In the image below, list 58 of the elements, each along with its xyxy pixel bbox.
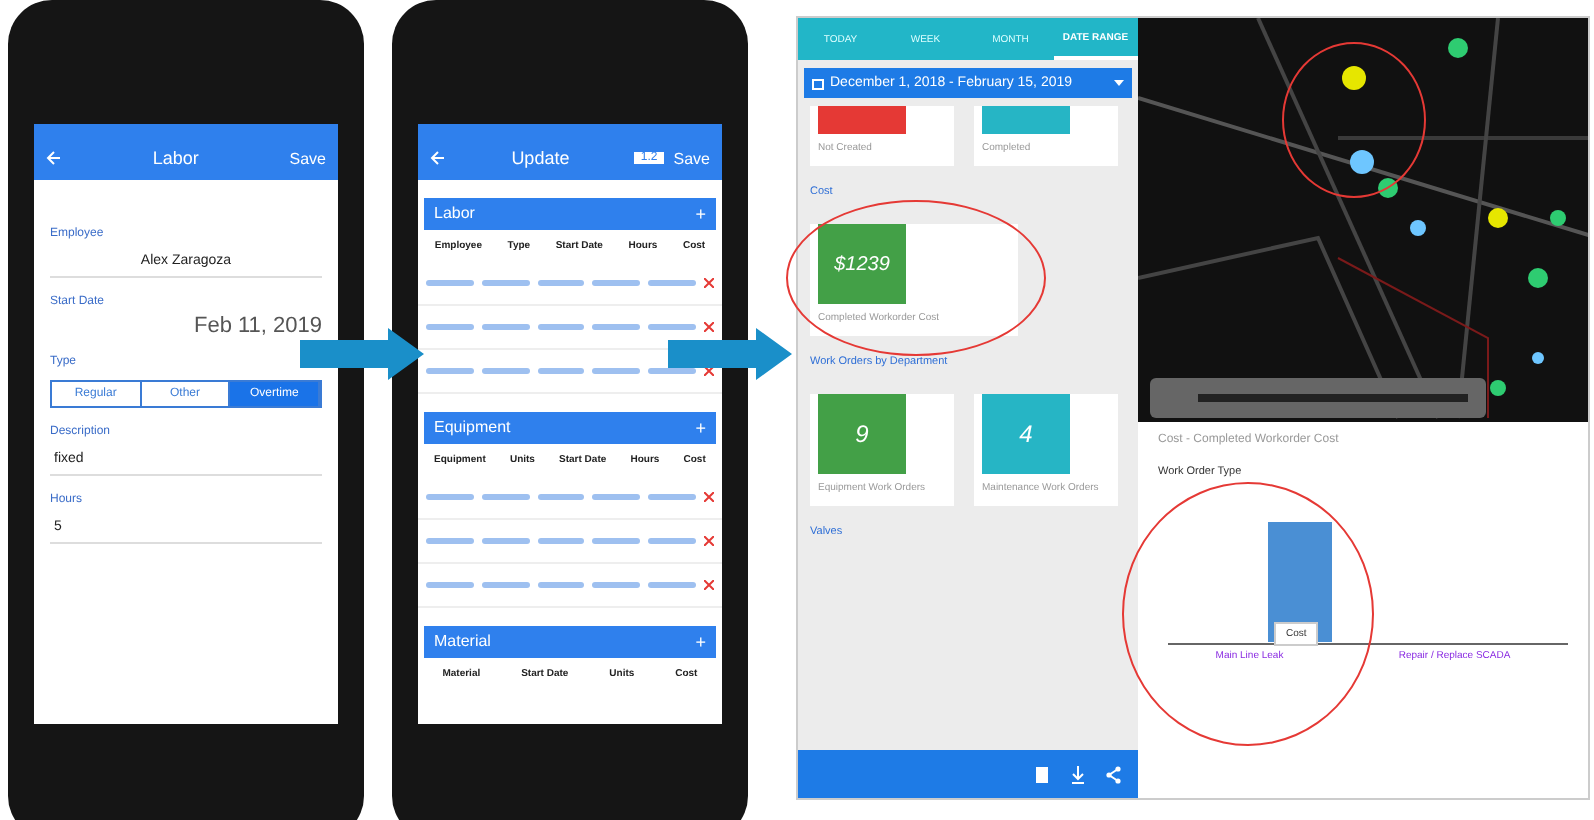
delete-icon[interactable] [703,322,714,332]
section-title: Equipment [434,418,511,438]
document-icon[interactable] [1034,765,1050,783]
download-icon[interactable] [1070,765,1086,783]
blurred-text [592,582,641,588]
delete-icon[interactable] [703,278,714,288]
blurred-text [592,280,641,286]
blurred-text [426,538,474,544]
blurred-text [648,494,696,500]
stat-value: 4 [982,394,1070,474]
section-title: Labor [434,204,475,224]
blurred-text [426,280,474,286]
blurred-text [426,494,474,500]
stat-value: 9 [818,394,906,474]
caret-icon [1114,79,1124,87]
section-title: Material [434,632,491,652]
blurred-text [537,368,585,374]
save-link[interactable]: Save [289,149,326,167]
blurred-text [648,582,696,588]
blurred-text [648,368,696,374]
blurred-text [648,324,696,330]
add-button[interactable]: + [695,418,706,438]
date-field[interactable]: Feb 11, 2019 [193,314,322,338]
blurred-text [481,538,530,544]
blurred-text [481,324,530,330]
blurred-text [481,582,530,588]
blurred-text [648,280,696,286]
share-icon[interactable] [1106,765,1122,783]
blurred-text [592,494,641,500]
blurred-text [592,538,641,544]
delete-icon[interactable] [703,492,714,502]
delete-icon[interactable] [703,536,714,546]
blurred-text [592,324,641,330]
blurred-text [648,538,696,544]
blurred-text [537,494,585,500]
add-button[interactable]: + [695,204,706,224]
blurred-text [537,324,585,330]
back-icon[interactable] [430,150,446,166]
screen-title: Labor [152,148,199,168]
back-icon[interactable] [46,150,62,166]
screen-title: Update [511,148,570,168]
blurred-text [426,368,474,374]
stat-value: $1239 [818,224,906,304]
calendar-icon [812,77,824,89]
save-link[interactable]: Save [673,149,710,167]
blurred-text [481,368,530,374]
blurred-text [592,368,641,374]
arrow-icon [668,328,792,380]
blurred-text [426,582,474,588]
blurred-text [481,494,530,500]
delete-icon[interactable] [703,580,714,590]
blurred-text [426,324,474,330]
blurred-text [537,280,585,286]
delete-icon[interactable] [703,366,714,376]
blurred-text [537,538,585,544]
blurred-text [537,582,585,588]
blurred-text [481,280,530,286]
add-button[interactable]: + [695,632,706,652]
